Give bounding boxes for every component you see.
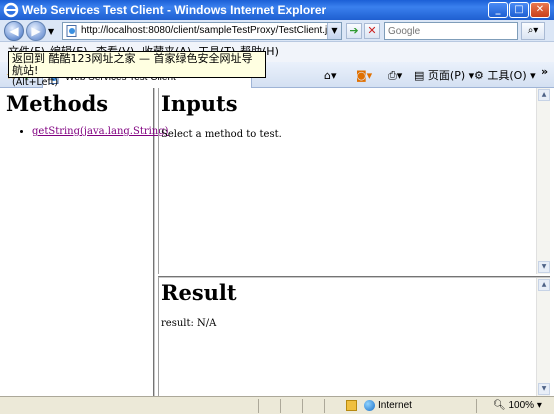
tools-menu-label: 工具(O) — [487, 69, 527, 82]
search-field[interactable] — [384, 22, 518, 40]
status-divider — [258, 399, 259, 413]
search-input[interactable] — [385, 23, 517, 39]
tooltip-shortcut: (Alt+Left) — [12, 77, 59, 88]
back-arrow-icon: ◀ — [9, 24, 19, 38]
address-field[interactable]: http://localhost:8080/client/sampleTestP… — [62, 22, 342, 40]
status-divider — [280, 399, 281, 413]
result-frame: Result result: N/A ▲ ▼ — [158, 276, 550, 396]
tools-menu-button[interactable]: ⚙ 工具(O) ▾ — [474, 68, 536, 84]
stop-button[interactable]: ✕ — [364, 23, 380, 39]
method-list-item: getString(java.lang.String) — [32, 126, 169, 137]
search-button[interactable]: ⌕▾ — [521, 22, 545, 40]
maximize-button[interactable]: □ — [509, 2, 529, 18]
feeds-button[interactable]: ◙▾ — [356, 68, 372, 84]
tools-menu-chevron-icon: ▾ — [530, 69, 536, 82]
title-bar: Web Services Test Client - Windows Inter… — [0, 0, 554, 20]
address-dropdown-icon[interactable]: ▼ — [327, 23, 341, 39]
window-title: Web Services Test Client - Windows Inter… — [22, 3, 327, 17]
result-message: result: N/A — [161, 318, 217, 329]
page-icon — [66, 25, 77, 37]
result-scroll-up-icon[interactable]: ▲ — [538, 279, 550, 291]
go-button[interactable]: ➔ — [346, 23, 362, 39]
inputs-scrollbar[interactable]: ▲ ▼ — [536, 88, 550, 274]
print-button[interactable]: ⎙▾ — [388, 68, 402, 84]
inputs-heading: Inputs — [161, 91, 238, 116]
globe-icon — [364, 399, 375, 411]
zoom-chevron-icon: ▾ — [536, 400, 542, 411]
home-button[interactable]: ⌂▾ — [324, 68, 337, 84]
tooltip-text: 返回到 酷酷123网址之家 — 首家绿色安全网址导航站! — [12, 52, 253, 77]
address-bar-row: ◀ ▶ ▼ http://localhost:8080/client/sampl… — [0, 20, 554, 42]
page-menu-icon: ▤ — [414, 69, 425, 82]
methods-list: getString(java.lang.String) — [20, 126, 169, 137]
status-divider — [476, 399, 477, 413]
result-heading: Result — [161, 280, 237, 305]
back-button[interactable]: ◀ — [4, 21, 24, 41]
protected-mode-icon — [346, 400, 357, 411]
methods-frame: Methods getString(java.lang.String) — [2, 88, 169, 396]
close-button[interactable]: ✕ — [530, 2, 550, 18]
zoom-icon: 🔍︎ — [493, 400, 506, 411]
result-scroll-down-icon[interactable]: ▼ — [538, 383, 550, 395]
address-url[interactable]: http://localhost:8080/client/sampleTestP… — [81, 25, 338, 36]
forward-button[interactable]: ▶ — [26, 21, 46, 41]
security-zone[interactable]: Internet — [364, 397, 412, 414]
status-divider — [324, 399, 325, 413]
status-bar: Internet 🔍︎ 100% ▾ — [0, 396, 554, 414]
status-divider — [302, 399, 303, 413]
page-menu-button[interactable]: ▤ 页面(P) ▾ — [414, 68, 474, 84]
method-link[interactable]: getString(java.lang.String) — [32, 126, 169, 137]
inputs-message: Select a method to test. — [161, 129, 282, 140]
zoom-control[interactable]: 🔍︎ 100% ▾ — [493, 397, 542, 414]
ie-logo-icon — [3, 2, 19, 18]
search-icon: ⌕▾ — [527, 25, 539, 36]
rss-feed-icon: ◙▾ — [356, 69, 373, 82]
result-scrollbar[interactable]: ▲ ▼ — [536, 278, 550, 396]
inputs-frame: Inputs Select a method to test. ▲ ▼ — [158, 88, 550, 274]
page-menu-label: 页面(P) — [427, 69, 466, 82]
scroll-up-icon[interactable]: ▲ — [538, 89, 550, 101]
zone-label: Internet — [378, 400, 412, 411]
home-icon: ⌂▾ — [324, 69, 337, 82]
printer-icon: ⎙▾ — [388, 69, 403, 82]
forward-arrow-icon: ▶ — [31, 24, 41, 38]
zoom-level: 100% — [508, 400, 535, 411]
gear-icon: ⚙ — [474, 69, 484, 82]
scroll-down-icon[interactable]: ▼ — [538, 261, 550, 273]
toolbar-overflow-button[interactable]: » — [541, 64, 548, 80]
minimize-button[interactable]: _ — [488, 2, 508, 18]
history-dropdown-icon[interactable]: ▼ — [48, 27, 54, 36]
page-content: Methods getString(java.lang.String) Inpu… — [0, 88, 554, 396]
methods-heading: Methods — [6, 91, 109, 116]
back-tooltip: 返回到 酷酷123网址之家 — 首家绿色安全网址导航站! (Alt+Left) — [8, 51, 266, 88]
